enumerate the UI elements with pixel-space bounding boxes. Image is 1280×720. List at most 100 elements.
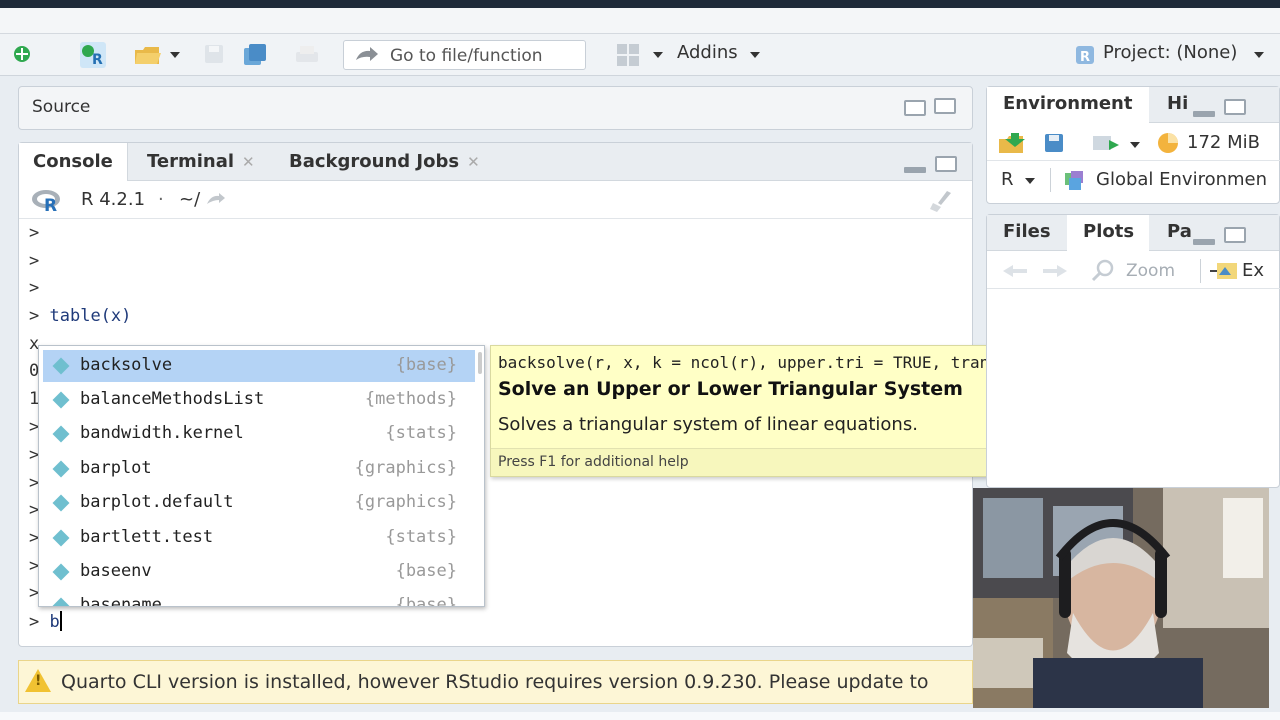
zoom-button[interactable]: Zoom bbox=[1126, 261, 1175, 281]
main-toolbar: R Go to file/function Addins R Project: … bbox=[0, 34, 1280, 92]
function-icon bbox=[52, 460, 70, 478]
function-icon bbox=[52, 529, 70, 547]
minimize-icon[interactable] bbox=[1193, 239, 1215, 245]
arrow-right-icon bbox=[356, 47, 378, 61]
project-menu[interactable]: Project: (None) bbox=[1103, 42, 1237, 63]
chevron-down-icon[interactable] bbox=[1254, 52, 1264, 58]
svg-text:R: R bbox=[1080, 50, 1090, 65]
memory-usage-icon bbox=[1158, 133, 1178, 153]
svg-text:R: R bbox=[44, 196, 57, 213]
import-dataset-icon[interactable] bbox=[1091, 132, 1121, 156]
console-line: > table(x) bbox=[29, 306, 132, 326]
minimize-icon[interactable] bbox=[1193, 111, 1215, 117]
save-workspace-icon[interactable] bbox=[1043, 132, 1067, 156]
load-workspace-icon[interactable] bbox=[997, 131, 1031, 155]
console-line: > bbox=[29, 251, 40, 271]
chevron-down-icon[interactable] bbox=[1130, 142, 1140, 148]
memory-usage[interactable]: 172 MiB bbox=[1187, 132, 1260, 153]
function-icon bbox=[52, 391, 70, 409]
environment-icon bbox=[1065, 171, 1083, 190]
maximize-icon[interactable] bbox=[1224, 99, 1246, 115]
restore-icon[interactable] bbox=[904, 100, 926, 116]
maximize-icon[interactable] bbox=[934, 98, 956, 114]
autocomplete-item[interactable]: barplot {graphics} bbox=[43, 453, 475, 485]
broom-clear-icon[interactable] bbox=[929, 189, 955, 213]
new-file-icon[interactable] bbox=[10, 42, 36, 68]
function-icon bbox=[52, 425, 70, 443]
maximize-icon[interactable] bbox=[1224, 227, 1246, 243]
go-to-file-function-placeholder: Go to file/function bbox=[390, 46, 543, 66]
autocomplete-item[interactable]: balanceMethodsList {methods} bbox=[43, 384, 475, 416]
autocomplete-item[interactable]: basename {base} bbox=[43, 590, 475, 606]
zoom-icon bbox=[1091, 259, 1114, 282]
working-directory[interactable]: ~/ bbox=[179, 189, 200, 210]
source-pane: Source bbox=[18, 86, 973, 130]
console-tabstrip: Console Terminal ✕ Background Jobs ✕ bbox=[19, 143, 972, 181]
function-icon bbox=[52, 357, 70, 375]
tab-console[interactable]: Console bbox=[19, 143, 128, 181]
source-title: Source bbox=[32, 97, 91, 117]
language-selector[interactable]: R bbox=[1001, 169, 1014, 190]
separator-dot: · bbox=[158, 189, 164, 210]
console-input-line[interactable]: > b bbox=[29, 611, 62, 632]
go-to-directory-icon[interactable] bbox=[205, 192, 227, 208]
tab-files[interactable]: Files bbox=[1003, 221, 1051, 242]
autocomplete-item[interactable]: backsolve {base} bbox=[43, 350, 475, 382]
help-title: Solve an Upper or Lower Triangular Syste… bbox=[498, 378, 963, 400]
autocomplete-item[interactable]: bandwidth.kernel {stats} bbox=[43, 418, 475, 450]
files-pane: Files Plots Pa Zoom Ex bbox=[986, 214, 1280, 488]
new-project-icon[interactable]: R bbox=[80, 42, 106, 68]
r-logo-icon: R bbox=[32, 190, 60, 213]
chevron-down-icon[interactable] bbox=[1025, 178, 1035, 184]
autocomplete-item[interactable]: barplot.default {graphics} bbox=[43, 487, 475, 519]
quarto-warning-banner: ! Quarto CLI version is installed, howev… bbox=[18, 660, 973, 704]
close-icon[interactable]: ✕ bbox=[242, 153, 255, 171]
r-version: R 4.2.1 bbox=[81, 189, 146, 210]
arrow-right-icon[interactable] bbox=[1041, 263, 1069, 279]
files-tabstrip: Files Plots Pa bbox=[987, 215, 1279, 251]
environment-pane: Environment Hi 172 MiB R Global Environm… bbox=[986, 86, 1280, 204]
environment-toolbar: 172 MiB bbox=[987, 125, 1280, 161]
function-icon bbox=[52, 597, 70, 606]
environment-scope[interactable]: Global Environmen bbox=[1096, 169, 1267, 190]
autocomplete-popup: backsolve {base} balanceMethodsList {met… bbox=[38, 345, 485, 607]
save-all-icon[interactable] bbox=[242, 42, 268, 68]
system-top-bar bbox=[0, 0, 1280, 8]
environment-scope-row: R Global Environmen bbox=[987, 162, 1279, 198]
console-line: > bbox=[29, 223, 40, 243]
autocomplete-item[interactable]: bartlett.test {stats} bbox=[43, 522, 475, 554]
export-menu[interactable]: Ex bbox=[1242, 260, 1264, 281]
open-folder-icon[interactable] bbox=[133, 42, 161, 68]
tab-environment[interactable]: Environment bbox=[987, 87, 1149, 123]
tab-history[interactable]: Hi bbox=[1167, 93, 1188, 114]
minimize-icon[interactable] bbox=[904, 167, 926, 173]
tab-terminal[interactable]: Terminal ✕ bbox=[133, 143, 269, 181]
grid-layout-icon[interactable] bbox=[615, 42, 641, 68]
tab-console-label: Console bbox=[33, 151, 113, 172]
autocomplete-scrollbar[interactable] bbox=[478, 352, 482, 374]
project-icon: R bbox=[1073, 42, 1099, 68]
tab-background-jobs[interactable]: Background Jobs ✕ bbox=[275, 143, 494, 181]
text-cursor bbox=[59, 611, 62, 631]
tab-plots[interactable]: Plots bbox=[1067, 215, 1149, 251]
bottom-strip bbox=[0, 712, 1280, 720]
go-to-file-function-input[interactable]: Go to file/function bbox=[343, 40, 586, 70]
separator bbox=[1050, 168, 1051, 192]
warning-exclaim: ! bbox=[35, 673, 42, 689]
chevron-down-icon[interactable] bbox=[750, 52, 760, 58]
maximize-icon[interactable] bbox=[935, 156, 957, 172]
autocomplete-item[interactable]: baseenv {base} bbox=[43, 556, 475, 588]
arrow-left-icon[interactable] bbox=[1001, 263, 1029, 279]
close-icon[interactable]: ✕ bbox=[467, 153, 480, 171]
console-info-row: R R 4.2.1 · ~/ bbox=[19, 181, 972, 219]
addins-menu[interactable]: Addins bbox=[677, 42, 738, 63]
save-icon[interactable] bbox=[202, 42, 228, 68]
help-description: Solves a triangular system of linear equ… bbox=[498, 414, 918, 435]
menu-bar bbox=[0, 8, 1280, 34]
export-icon[interactable] bbox=[1209, 261, 1239, 283]
chevron-down-icon[interactable] bbox=[170, 52, 180, 58]
console-line: > bbox=[29, 278, 40, 298]
chevron-down-icon[interactable] bbox=[653, 52, 663, 58]
print-icon[interactable] bbox=[293, 42, 319, 68]
tab-packages[interactable]: Pa bbox=[1167, 221, 1192, 242]
